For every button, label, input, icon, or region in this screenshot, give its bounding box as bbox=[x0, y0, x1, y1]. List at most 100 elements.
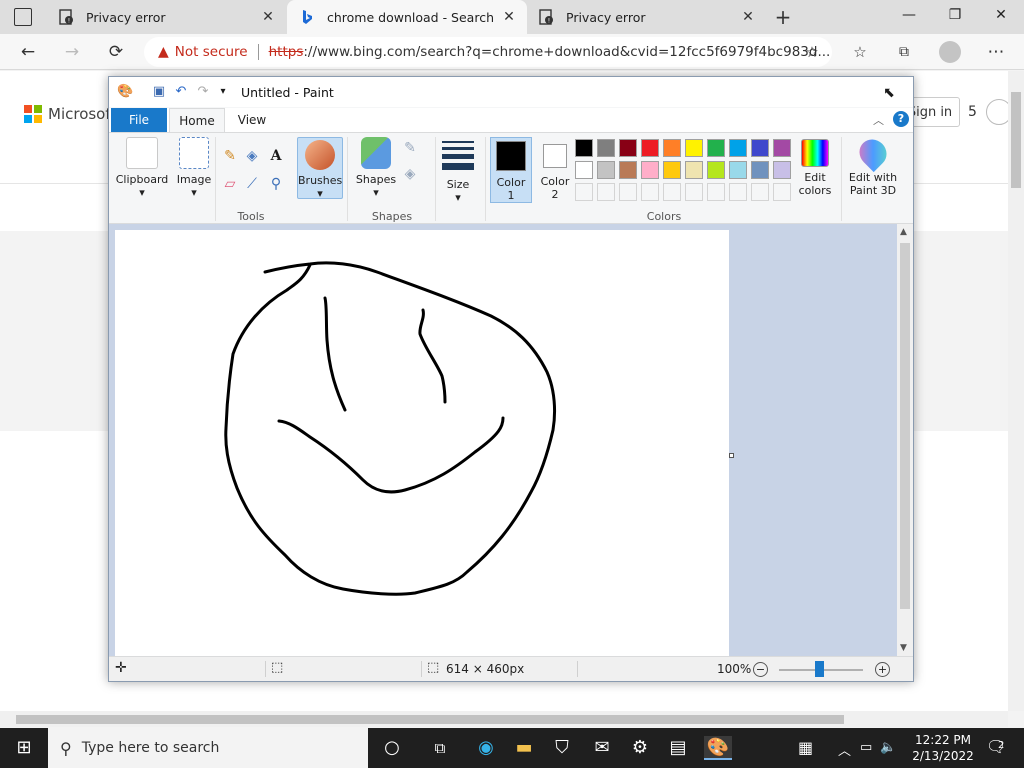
text-tool-icon[interactable]: A bbox=[267, 147, 285, 165]
palette-custom-slot[interactable] bbox=[751, 183, 769, 201]
address-bar[interactable]: ▲ Not secure https://www.bing.com/search… bbox=[144, 37, 832, 67]
tab-privacy-error-2[interactable]: ! Privacy error ✕ bbox=[526, 0, 766, 34]
refresh-icon[interactable]: ⟳ bbox=[102, 38, 130, 66]
palette-swatch[interactable] bbox=[773, 139, 791, 157]
palette-custom-slot[interactable] bbox=[663, 183, 681, 201]
palette-custom-slot[interactable] bbox=[597, 183, 615, 201]
collapse-ribbon-icon[interactable]: ︿ bbox=[873, 112, 884, 128]
pencil-icon[interactable]: ✎ bbox=[221, 147, 239, 165]
close-window-button[interactable]: ✕ bbox=[978, 0, 1024, 30]
app-icon[interactable]: ▤ bbox=[666, 736, 690, 760]
palette-swatch[interactable] bbox=[663, 139, 681, 157]
mail-icon[interactable]: ✉ bbox=[590, 736, 614, 760]
settings-gear-icon[interactable]: ⚙ bbox=[628, 736, 652, 760]
page-horizontal-scroll-thumb[interactable] bbox=[16, 715, 844, 724]
color-picker-icon[interactable]: ⟋ bbox=[243, 175, 261, 193]
palette-swatch[interactable] bbox=[773, 161, 791, 179]
redo-icon[interactable]: ↷ bbox=[195, 84, 211, 100]
zoom-in-button[interactable]: + bbox=[875, 662, 890, 677]
news-widget-icon[interactable]: ▦ bbox=[798, 738, 813, 757]
shapes-button[interactable]: Shapes ▾ bbox=[353, 137, 399, 199]
palette-swatch[interactable] bbox=[751, 139, 769, 157]
outline-icon[interactable]: ✎ bbox=[401, 139, 419, 157]
microsoft-logo[interactable]: Microsoft bbox=[24, 105, 116, 123]
canvas-resize-handle[interactable] bbox=[729, 453, 734, 458]
canvas-vertical-scroll-thumb[interactable] bbox=[900, 243, 910, 609]
close-tab-icon[interactable]: ✕ bbox=[260, 9, 276, 25]
undo-icon[interactable]: ↶ bbox=[173, 84, 189, 100]
palette-custom-slot[interactable] bbox=[685, 183, 703, 201]
customize-quick-access-icon[interactable]: ▾ bbox=[215, 84, 231, 100]
tab-privacy-error-1[interactable]: ! Privacy error ✕ bbox=[46, 0, 286, 34]
paint-taskbar-icon[interactable]: 🎨 bbox=[704, 736, 732, 760]
file-explorer-icon[interactable]: ▬ bbox=[512, 736, 536, 760]
palette-swatch[interactable] bbox=[575, 161, 593, 179]
page-vertical-scroll-thumb[interactable] bbox=[1011, 92, 1021, 188]
palette-swatch[interactable] bbox=[729, 161, 747, 179]
clipboard-button[interactable]: Clipboard ▾ bbox=[113, 137, 171, 199]
scroll-up-icon[interactable]: ▲ bbox=[900, 227, 907, 237]
taskbar-clock[interactable]: 12:22 PM 2/13/2022 bbox=[906, 732, 980, 764]
show-hidden-icons[interactable]: ︿ bbox=[838, 740, 851, 759]
close-tab-icon[interactable]: ✕ bbox=[501, 9, 517, 25]
magnifier-icon[interactable]: ⚲ bbox=[267, 175, 285, 193]
settings-more-icon[interactable]: ⋯ bbox=[982, 38, 1010, 66]
palette-swatch[interactable] bbox=[641, 139, 659, 157]
image-button[interactable]: Image ▾ bbox=[175, 137, 213, 199]
profile-avatar[interactable] bbox=[936, 38, 964, 66]
not-secure-label[interactable]: Not secure bbox=[175, 44, 248, 60]
color1-button[interactable]: Color 1 bbox=[490, 137, 532, 203]
new-tab-button[interactable]: + bbox=[770, 4, 796, 30]
shape-fill-icon[interactable]: ◈ bbox=[401, 165, 419, 183]
size-button[interactable]: Size ▾ bbox=[439, 137, 477, 204]
add-favorite-icon[interactable]: ☆ bbox=[798, 38, 826, 66]
palette-custom-slot[interactable] bbox=[641, 183, 659, 201]
drawing-canvas[interactable] bbox=[115, 230, 729, 656]
paint-title-bar[interactable]: 🎨 ▣ ↶ ↷ ▾ Untitled - Paint ⬉ bbox=[109, 77, 913, 107]
start-windows-icon[interactable]: ⊞ bbox=[12, 736, 36, 760]
palette-swatch[interactable] bbox=[729, 139, 747, 157]
tab-home[interactable]: Home bbox=[169, 108, 225, 132]
palette-swatch[interactable] bbox=[751, 161, 769, 179]
edge-icon[interactable]: ◉ bbox=[474, 736, 498, 760]
tab-chrome-download-search[interactable]: chrome download - Search ✕ bbox=[287, 0, 527, 34]
volume-icon[interactable]: 🔈 bbox=[880, 740, 896, 755]
palette-swatch[interactable] bbox=[575, 139, 593, 157]
help-icon[interactable]: ? bbox=[893, 111, 909, 127]
palette-swatch[interactable] bbox=[619, 161, 637, 179]
file-menu[interactable]: File bbox=[111, 108, 167, 132]
palette-swatch[interactable] bbox=[707, 161, 725, 179]
palette-swatch[interactable] bbox=[707, 139, 725, 157]
palette-swatch[interactable] bbox=[663, 161, 681, 179]
paint-app-icon[interactable]: 🎨 bbox=[117, 84, 133, 100]
color2-button[interactable]: Color 2 bbox=[534, 137, 576, 201]
palette-custom-slot[interactable] bbox=[773, 183, 791, 201]
palette-swatch[interactable] bbox=[619, 139, 637, 157]
edit-with-paint3d-button[interactable]: Edit with Paint 3D bbox=[845, 133, 901, 197]
save-icon[interactable]: ▣ bbox=[151, 84, 167, 100]
zoom-slider-thumb[interactable] bbox=[815, 661, 824, 677]
favorites-icon[interactable]: ☆ bbox=[846, 38, 874, 66]
fill-bucket-icon[interactable]: ◈ bbox=[243, 147, 261, 165]
palette-swatch[interactable] bbox=[685, 139, 703, 157]
restore-button[interactable]: ❐ bbox=[932, 0, 978, 30]
palette-custom-slot[interactable] bbox=[729, 183, 747, 201]
palette-custom-slot[interactable] bbox=[619, 183, 637, 201]
close-tab-icon[interactable]: ✕ bbox=[740, 9, 756, 25]
forward-arrow-icon[interactable]: → bbox=[58, 38, 86, 66]
cortana-icon[interactable]: ○ bbox=[380, 736, 404, 760]
eraser-icon[interactable]: ▱ bbox=[221, 175, 239, 193]
palette-swatch[interactable] bbox=[685, 161, 703, 179]
palette-swatch[interactable] bbox=[641, 161, 659, 179]
back-arrow-icon[interactable]: ← bbox=[14, 38, 42, 66]
rewards-count[interactable]: 5 bbox=[968, 104, 977, 120]
tab-actions-icon[interactable] bbox=[14, 8, 32, 26]
brushes-button[interactable]: Brushes ▾ bbox=[297, 137, 343, 200]
collections-icon[interactable]: ⧉ bbox=[890, 38, 918, 66]
minimize-button[interactable]: — bbox=[886, 0, 932, 30]
store-icon[interactable]: ⛉ bbox=[550, 736, 574, 760]
palette-custom-slot[interactable] bbox=[707, 183, 725, 201]
palette-custom-slot[interactable] bbox=[575, 183, 593, 201]
taskbar-search[interactable]: ⚲ Type here to search bbox=[48, 728, 368, 768]
palette-swatch[interactable] bbox=[597, 139, 615, 157]
